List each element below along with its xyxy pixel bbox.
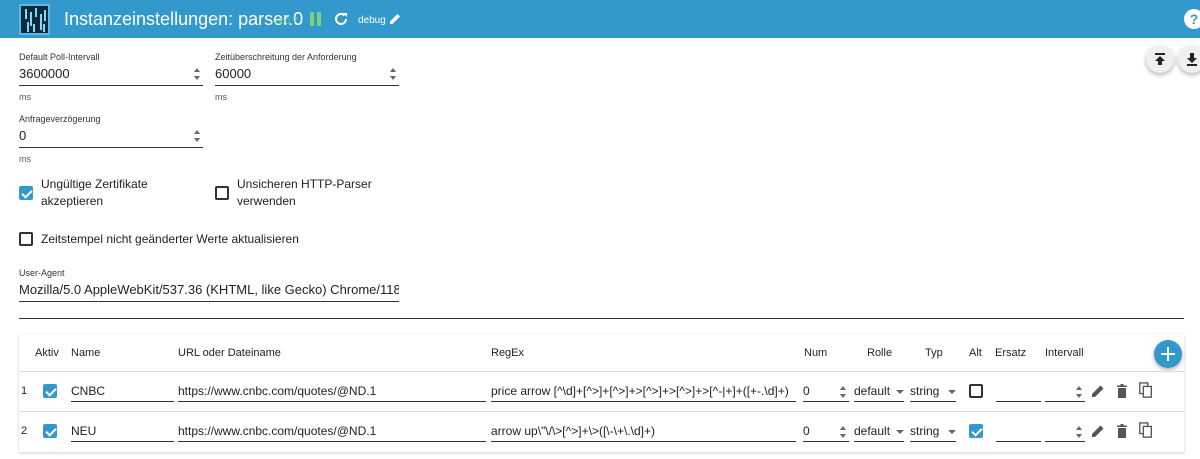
col-rolle: Rolle xyxy=(867,347,893,359)
divider xyxy=(19,318,1184,319)
row-num-input[interactable]: 0 xyxy=(803,422,849,442)
user-agent-input[interactable]: Mozilla/5.0 AppleWebKit/537.36 (KHTML, l… xyxy=(19,280,399,302)
logo-icon xyxy=(19,4,50,35)
row-index: 1 xyxy=(21,385,28,397)
row-role-select[interactable]: default xyxy=(854,382,904,402)
row-url-input[interactable]: https://www.cnbc.com/quotes/@ND.1 xyxy=(178,382,486,402)
row-divider xyxy=(19,371,1184,372)
copy-icon[interactable] xyxy=(1138,382,1154,398)
col-regex: RegEx xyxy=(491,347,525,359)
row-index: 2 xyxy=(21,425,28,437)
stepper-icon[interactable] xyxy=(1075,386,1083,398)
loglevel-label: debug xyxy=(358,15,386,26)
col-name: Name xyxy=(71,347,101,359)
stepper-icon[interactable] xyxy=(193,68,201,80)
row-type-select[interactable]: string xyxy=(910,422,956,442)
stepper-icon[interactable] xyxy=(389,68,397,80)
col-ersatz: Ersatz xyxy=(995,347,1027,359)
copy-icon[interactable] xyxy=(1138,422,1154,438)
request-timeout-input[interactable]: 60000 xyxy=(215,64,399,86)
pause-icon[interactable] xyxy=(310,12,322,26)
download-icon[interactable] xyxy=(1178,45,1200,73)
col-typ: Typ xyxy=(925,347,943,359)
row-divider xyxy=(19,411,1184,412)
update-unchanged-label: Zeitstempel nicht geänderter Werte aktua… xyxy=(41,232,299,246)
row-name-input[interactable]: CNBC xyxy=(71,382,174,402)
row-name-input[interactable]: NEU xyxy=(71,422,174,442)
col-alt: Alt xyxy=(969,347,982,359)
col-aktiv: Aktiv xyxy=(35,347,59,359)
row-type-select[interactable]: string xyxy=(910,382,956,402)
col-intervall: Intervall xyxy=(1045,347,1084,359)
row-num-input[interactable]: 0 xyxy=(803,382,849,402)
row-url-input[interactable]: https://www.cnbc.com/quotes/@ND.1 xyxy=(178,422,486,442)
insecure-http-parser-label: Unsicheren HTTP-Parser verwenden xyxy=(237,177,372,208)
row-alt-checkbox[interactable] xyxy=(969,424,983,438)
row-regex-input[interactable]: arrow up\"\/\>[^>]+\>([\-\+\.\d]+) xyxy=(491,422,796,442)
edit-icon[interactable] xyxy=(388,12,402,26)
version-badge: v2.0.7 xyxy=(273,16,298,26)
stepper-icon[interactable] xyxy=(1075,426,1083,438)
col-num: Num xyxy=(804,347,828,359)
row-ersatz-input[interactable] xyxy=(996,382,1041,402)
app-header: Instanzeinstellungen: parser.0 v2.0.7 de… xyxy=(0,0,1200,38)
edit-icon[interactable] xyxy=(1090,383,1106,399)
poll-interval-unit: ms xyxy=(19,92,31,102)
page-title: Instanzeinstellungen: parser.0 xyxy=(64,9,304,29)
reload-icon[interactable] xyxy=(333,11,349,27)
row-ersatz-input[interactable] xyxy=(996,422,1041,442)
row-interval-input[interactable] xyxy=(1045,422,1085,442)
accept-invalid-certs-checkbox[interactable] xyxy=(19,186,33,200)
add-icon[interactable] xyxy=(1154,340,1182,368)
upload-icon[interactable] xyxy=(1146,45,1174,73)
request-delay-input[interactable]: 0 xyxy=(19,126,203,148)
insecure-http-parser-checkbox[interactable] xyxy=(215,186,229,200)
stepper-icon[interactable] xyxy=(839,386,847,398)
help-icon[interactable]: ? xyxy=(1184,9,1200,29)
request-delay-unit: ms xyxy=(19,154,31,164)
request-delay-label: Anfrageverzögerung xyxy=(19,114,101,124)
poll-interval-label: Default Poll-Intervall xyxy=(19,52,100,62)
row-active-checkbox[interactable] xyxy=(43,424,57,438)
row-alt-checkbox[interactable] xyxy=(969,384,983,398)
edit-icon[interactable] xyxy=(1090,423,1106,439)
row-active-checkbox[interactable] xyxy=(43,384,57,398)
user-agent-label: User-Agent xyxy=(19,268,65,278)
row-interval-input[interactable] xyxy=(1045,382,1085,402)
request-timeout-label: Zeitüberschreitung der Anforderung xyxy=(215,52,357,62)
accept-invalid-certs-label: Ungültige Zertifikate akzeptieren xyxy=(41,177,148,208)
delete-icon[interactable] xyxy=(1114,423,1130,439)
row-role-select[interactable]: default xyxy=(854,422,904,442)
delete-icon[interactable] xyxy=(1114,383,1130,399)
poll-interval-input[interactable]: 3600000 xyxy=(19,64,203,86)
row-regex-input[interactable]: price arrow [^\d]+[^>]+[^>]+>[^>]+>[^>]+… xyxy=(491,382,796,402)
col-url: URL oder Dateiname xyxy=(178,347,281,359)
stepper-icon[interactable] xyxy=(193,130,201,142)
update-unchanged-checkbox[interactable] xyxy=(19,232,33,246)
stepper-icon[interactable] xyxy=(839,426,847,438)
request-timeout-unit: ms xyxy=(215,92,227,102)
